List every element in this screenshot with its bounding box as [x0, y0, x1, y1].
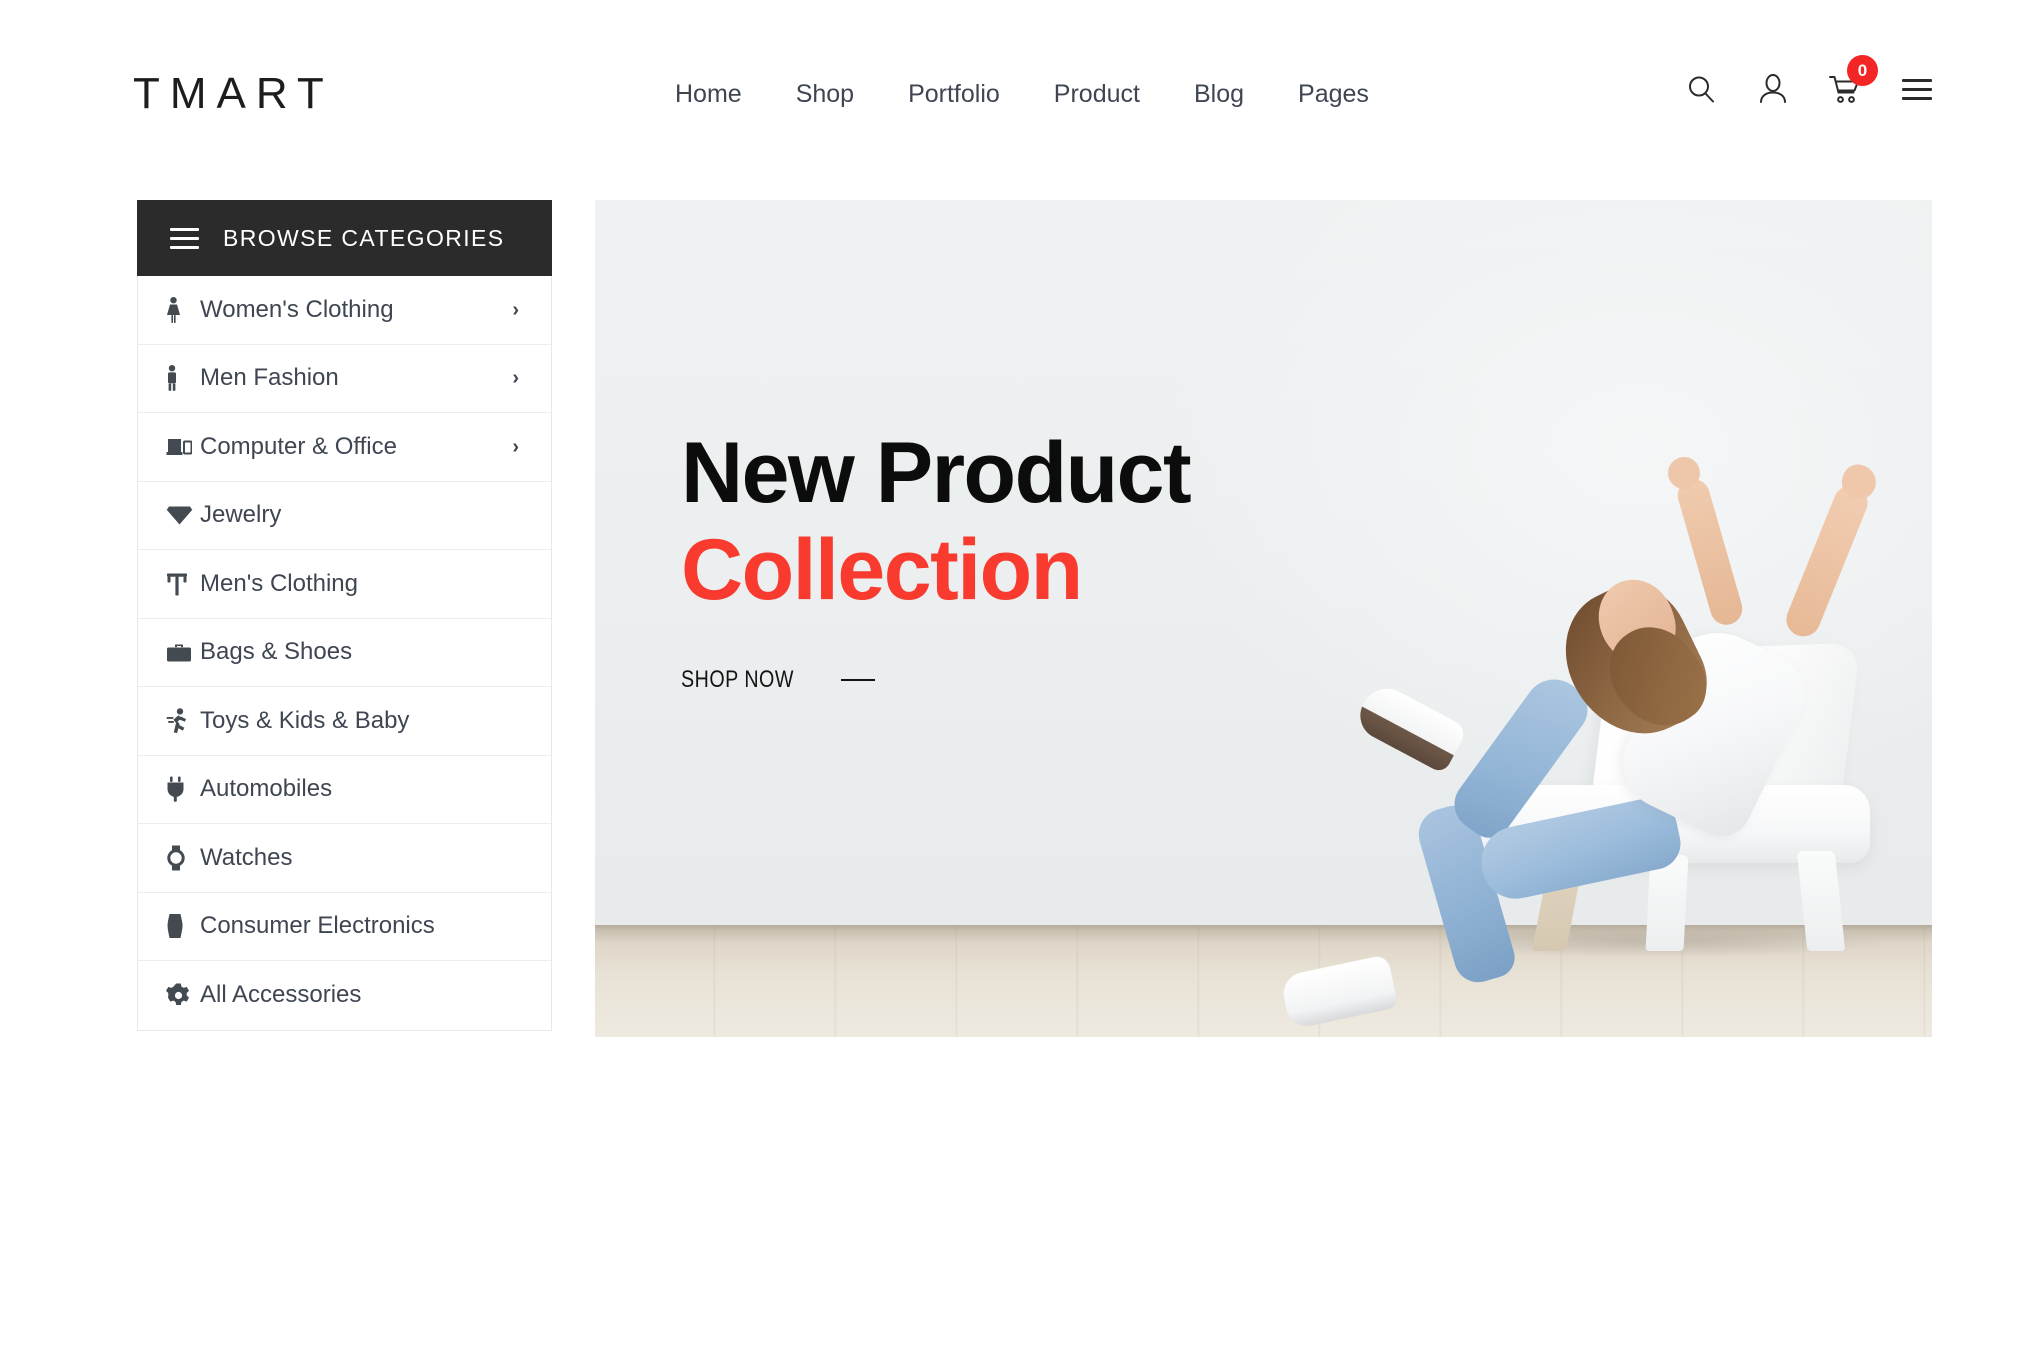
male-icon: [166, 364, 196, 392]
gear-icon: [166, 981, 196, 1009]
chevron-right-icon: ›: [512, 367, 519, 390]
search-icon[interactable]: [1684, 72, 1718, 106]
chevron-right-icon: ›: [512, 435, 519, 458]
sidebar-item-label: All Accessories: [200, 981, 362, 1009]
sidebar-item-consumer-electronics[interactable]: Consumer Electronics ›: [138, 892, 551, 961]
sidebar-item-jewelry[interactable]: Jewelry ›: [138, 481, 551, 550]
sidebar-item-label: Jewelry: [200, 501, 282, 529]
page-root: TMART Home Shop Portfolio Product Blog P…: [0, 0, 2038, 1359]
sidebar-item-label: Women's Clothing: [200, 295, 394, 323]
hero-title-line-1: New Product: [681, 425, 1192, 521]
sidebar-item-watches[interactable]: Watches ›: [138, 824, 551, 893]
header-icon-group: 0: [1684, 55, 1934, 106]
plug-icon: [166, 775, 196, 803]
category-sidebar: BROWSE CATEGORIES Women's Clothing › Men…: [137, 200, 552, 1031]
diamond-icon: [166, 501, 196, 529]
laptop-icon: [166, 433, 196, 461]
sidebar-item-label: Computer & Office: [200, 432, 397, 460]
main-navigation: Home Shop Portfolio Product Blog Pages: [648, 82, 1396, 107]
sidebar-item-bags-shoes[interactable]: Bags & Shoes ›: [138, 618, 551, 687]
hamburger-icon[interactable]: [1900, 72, 1934, 106]
running-child-icon: [166, 707, 196, 735]
hero-title-line-2: Collection: [681, 522, 1083, 619]
browse-categories-header[interactable]: BROWSE CATEGORIES: [137, 200, 552, 276]
sidebar-item-label: Bags & Shoes: [200, 638, 353, 666]
category-list: Women's Clothing › Men Fashion › Compute…: [137, 276, 552, 1031]
site-logo[interactable]: TMART: [133, 72, 334, 116]
nav-item-portfolio[interactable]: Portfolio: [881, 82, 1027, 107]
shop-now-button[interactable]: SHOP NOW: [681, 668, 875, 692]
nav-item-blog[interactable]: Blog: [1167, 82, 1271, 107]
sidebar-item-computer-office[interactable]: Computer & Office ›: [138, 413, 551, 482]
cart-count-badge: 0: [1847, 55, 1878, 86]
sidebar-item-label: Men's Clothing: [200, 569, 358, 597]
browse-categories-title: BROWSE CATEGORIES: [223, 224, 505, 251]
sidebar-item-toys-kids-baby[interactable]: Toys & Kids & Baby ›: [138, 687, 551, 756]
shop-now-dash-icon: [840, 679, 875, 682]
sidebar-item-all-accessories[interactable]: All Accessories ›: [138, 961, 551, 1030]
model-shoe: [1279, 954, 1399, 1030]
user-icon[interactable]: [1756, 72, 1790, 106]
site-header: TMART Home Shop Portfolio Product Blog P…: [0, 0, 2038, 196]
device-icon: [166, 912, 196, 940]
sidebar-item-men-fashion[interactable]: Men Fashion ›: [138, 344, 551, 413]
nav-item-home[interactable]: Home: [648, 82, 769, 107]
model-arm: [1781, 480, 1873, 642]
sidebar-item-label: Automobiles: [200, 775, 333, 803]
watch-icon: [166, 844, 196, 872]
shop-now-label: SHOP NOW: [681, 666, 794, 694]
nav-item-product[interactable]: Product: [1027, 82, 1167, 107]
categories-hamburger-icon: [170, 227, 199, 249]
model-shoe: [1351, 679, 1469, 775]
sidebar-item-mens-clothing[interactable]: Men's Clothing ›: [138, 550, 551, 619]
cart-icon[interactable]: 0: [1828, 55, 1878, 106]
sidebar-item-automobiles[interactable]: Automobiles ›: [138, 755, 551, 824]
chevron-right-icon: ›: [512, 298, 519, 321]
hero-banner[interactable]: New Product Collection SHOP NOW: [595, 200, 1932, 1037]
hero-copy-block: New Product Collection SHOP NOW: [681, 425, 1192, 692]
sidebar-item-label: Consumer Electronics: [200, 912, 435, 940]
briefcase-icon: [166, 638, 196, 666]
sidebar-item-womens-clothing[interactable]: Women's Clothing ›: [138, 276, 551, 345]
sidebar-item-label: Men Fashion: [200, 364, 339, 392]
sidebar-item-label: Toys & Kids & Baby: [200, 706, 410, 734]
shirt-icon: [166, 570, 196, 598]
female-icon: [166, 296, 196, 324]
nav-item-shop[interactable]: Shop: [769, 82, 881, 107]
nav-item-pages[interactable]: Pages: [1271, 82, 1396, 107]
model-arm: [1673, 475, 1747, 629]
sidebar-item-label: Watches: [200, 843, 293, 871]
